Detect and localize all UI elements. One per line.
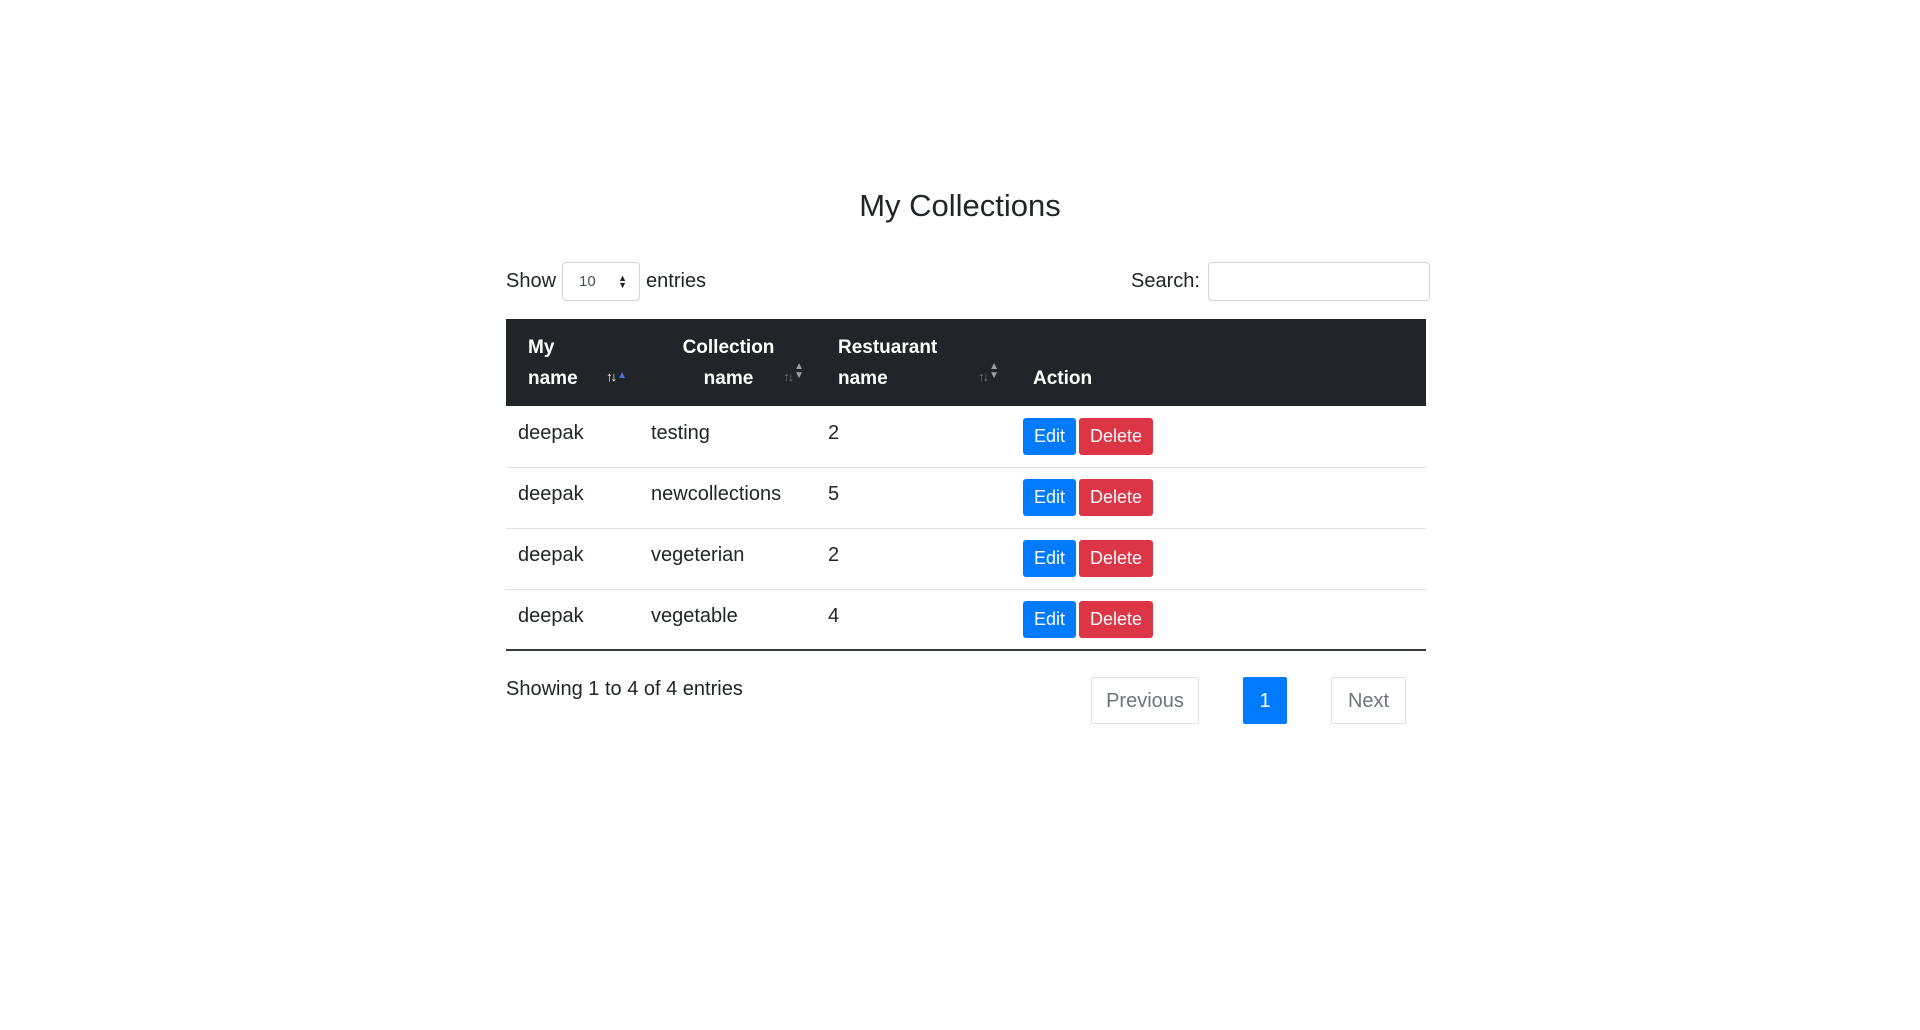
cell-collection-name: newcollections xyxy=(651,483,782,505)
cell-actions: Edit Delete xyxy=(1011,406,1426,467)
pagination: Previous 1 Next xyxy=(1091,677,1406,724)
sort-asc-icon: ↑↓ ▲ xyxy=(606,369,627,384)
cell-my-name: deepak xyxy=(518,544,584,566)
page-length-select[interactable]: 10 ▲ ▼ xyxy=(562,262,641,301)
collections-table: My name ↑↓ ▲ Collection name ↑↓ ▲ ▼ Restuar… xyxy=(506,319,1426,651)
entries-label: entries xyxy=(646,270,707,292)
page-length-value: 10 xyxy=(579,273,596,290)
cell-my-name: deepak xyxy=(518,483,584,505)
select-arrows-icon: ▲ ▼ xyxy=(618,272,628,290)
sort-icon: ↑↓ ▲ ▼ xyxy=(783,361,804,384)
cell-restaurant: 2 xyxy=(828,421,840,444)
table-row: deepak vegetable 4 Edit Delete xyxy=(506,589,1426,650)
page-1-button[interactable]: 1 xyxy=(1243,677,1287,724)
delete-button[interactable]: Delete xyxy=(1079,479,1154,516)
search-label: Search: xyxy=(1131,270,1200,292)
header-action: Action xyxy=(1033,368,1093,389)
cell-actions: Edit Delete xyxy=(1011,589,1426,650)
header-my-name[interactable]: My name ↑↓ ▲ xyxy=(506,319,639,406)
table-row: deepak testing 2 Edit Delete xyxy=(506,406,1426,467)
table-row: deepak newcollections 5 Edit Delete xyxy=(506,467,1426,528)
page: My Collections Show 10 ▲ ▼ entries Search… xyxy=(0,0,1920,1030)
header-restaurant-name[interactable]: Restuarant name ↑↓ ▲ ▼ xyxy=(816,319,1011,406)
page-title: My Collections xyxy=(859,188,1061,223)
next-button[interactable]: Next xyxy=(1331,677,1406,724)
cell-actions: Edit Delete xyxy=(1011,528,1426,589)
cell-collection-name: vegeterian xyxy=(651,544,745,566)
edit-button[interactable]: Edit xyxy=(1023,479,1077,516)
table-header-row: My name ↑↓ ▲ Collection name ↑↓ ▲ ▼ Restuar… xyxy=(506,319,1426,406)
cell-actions: Edit Delete xyxy=(1011,467,1426,528)
edit-button[interactable]: Edit xyxy=(1023,417,1077,455)
cell-restaurant: 5 xyxy=(828,483,840,505)
cell-collection-name: testing xyxy=(651,421,710,444)
delete-button[interactable]: Delete xyxy=(1079,417,1154,455)
edit-button[interactable]: Edit xyxy=(1023,600,1077,638)
table-row: deepak vegeterian 2 Edit Delete xyxy=(506,528,1426,589)
sort-icon: ↑↓ ▲ ▼ xyxy=(978,361,999,384)
cell-my-name: deepak xyxy=(518,604,584,627)
show-label: Show xyxy=(506,270,557,292)
cell-collection-name: vegetable xyxy=(651,604,738,627)
cell-restaurant: 2 xyxy=(828,544,840,566)
previous-button[interactable]: Previous xyxy=(1091,677,1199,724)
delete-button[interactable]: Delete xyxy=(1079,540,1154,577)
cell-my-name: deepak xyxy=(518,421,584,444)
delete-button[interactable]: Delete xyxy=(1079,600,1154,638)
cell-restaurant: 4 xyxy=(828,604,840,627)
table-info: Showing 1 to 4 of 4 entries xyxy=(506,678,743,700)
search-control: Search: xyxy=(1131,262,1430,301)
edit-button[interactable]: Edit xyxy=(1023,540,1077,577)
page-length-control: Show 10 ▲ ▼ entries xyxy=(506,262,706,301)
search-input[interactable] xyxy=(1207,262,1430,301)
header-collection-name[interactable]: Collection name ↑↓ ▲ ▼ xyxy=(639,319,816,406)
